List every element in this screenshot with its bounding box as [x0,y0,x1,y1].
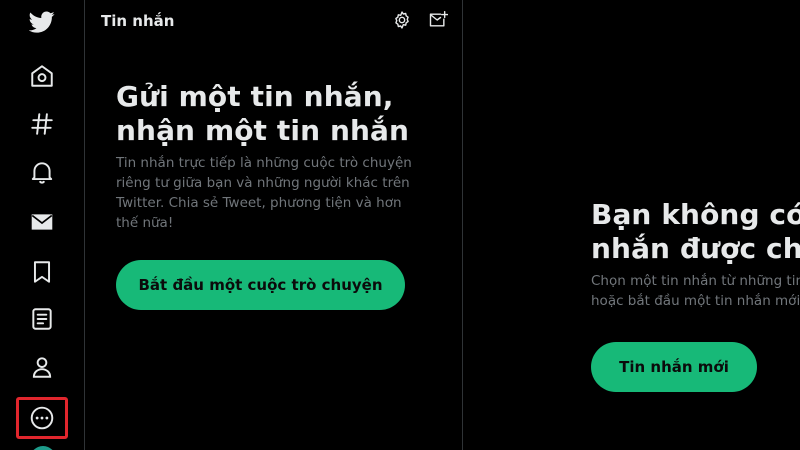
bookmarks-icon[interactable] [22,252,62,292]
sidebar-nav [0,0,85,450]
notifications-bell-icon[interactable] [22,152,62,192]
no-message-selected-heading-line2: nhắn được chọn [591,232,800,265]
messages-envelope-icon[interactable] [22,202,62,242]
no-message-selected-heading-line1: Bạn không có tin nhắn nào được chọn [591,198,800,231]
empty-inbox-heading-line1: Gửi một tin nhắn, [116,80,394,113]
no-message-selected: Bạn không có tin nhắn nào được chọn nhắn… [591,198,800,311]
explore-hashtag-icon[interactable] [22,104,62,144]
home-icon[interactable] [22,56,62,96]
page-title: Tin nhắn [101,12,175,30]
empty-inbox-heading-line2: nhận một tin nhắn [116,114,410,147]
settings-gear-icon[interactable] [391,9,413,31]
start-conversation-button[interactable]: Bắt đầu một cuộc trò chuyện [116,260,405,310]
empty-inbox-description: Tin nhắn trực tiếp là những cuộc trò chu… [116,155,412,231]
empty-inbox-message: Gửi một tin nhắn, nhận một tin nhắn Tin … [116,80,436,233]
account-avatar[interactable] [30,446,56,450]
lists-icon[interactable] [22,299,62,339]
no-message-selected-heading: Bạn không có tin nhắn nào được chọn nhắn… [591,198,800,266]
messages-column: Tin nhắn Gửi một tin nhắn, nhận một tin … [85,0,463,450]
new-message-button[interactable]: Tin nhắn mới [591,342,757,392]
more-options-button[interactable] [16,397,68,439]
more-options-icon [29,405,55,431]
messages-header: Tin nhắn [85,0,462,44]
profile-icon[interactable] [22,347,62,387]
no-message-selected-description: Chọn một tin nhắn từ những tin nhắn hiện… [591,273,800,309]
twitter-logo-icon[interactable] [22,2,62,42]
new-message-envelope-icon[interactable] [427,9,449,31]
twitter-messages-screen: Tin nhắn Gửi một tin nhắn, nhận một tin … [0,0,800,450]
empty-inbox-heading: Gửi một tin nhắn, nhận một tin nhắn [116,80,436,148]
conversation-detail-column: Bạn không có tin nhắn nào được chọn nhắn… [463,0,800,450]
